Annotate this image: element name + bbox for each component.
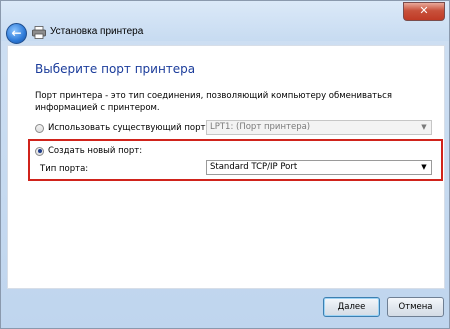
next-button-label: Далее [337,302,366,312]
cancel-button-label: Отмена [398,302,433,312]
port-type-select[interactable]: Standard TCP/IP Port ▼ [206,160,432,175]
close-icon: ✕ [419,4,429,17]
back-arrow-icon: ← [11,26,22,40]
chevron-down-icon: ▼ [421,123,427,131]
back-button[interactable]: ← [6,23,27,44]
port-type-value: Standard TCP/IP Port [210,162,298,172]
new-port-label: Создать новый порт: [48,146,143,156]
page-heading: Выберите порт принтера [35,62,196,76]
title-bar: ✕ ← Установка принтера [1,1,449,44]
window-title: Установка принтера [50,26,144,37]
existing-port-label: Использовать существующий порт: [48,123,209,133]
page-description: Порт принтера - это тип соединения, позв… [35,91,392,113]
existing-port-value: LPT1: (Порт принтера) [210,122,311,132]
close-button[interactable]: ✕ [403,2,445,21]
existing-port-select: LPT1: (Порт принтера) ▼ [206,120,432,135]
printer-icon [32,26,46,39]
existing-port-option[interactable]: Использовать существующий порт: [35,123,208,133]
content-panel: Выберите порт принтера Порт принтера - э… [7,45,445,289]
wizard-window: ✕ ← Установка принтера Выберите порт при… [0,0,450,329]
new-port-radio[interactable] [35,146,44,156]
next-button[interactable]: Далее [323,297,380,317]
existing-port-radio[interactable] [35,123,44,133]
chevron-down-icon: ▼ [421,163,427,171]
cancel-button[interactable]: Отмена [387,297,444,317]
new-port-option[interactable]: Создать новый порт: [35,146,142,156]
port-type-label: Тип порта: [40,164,89,174]
